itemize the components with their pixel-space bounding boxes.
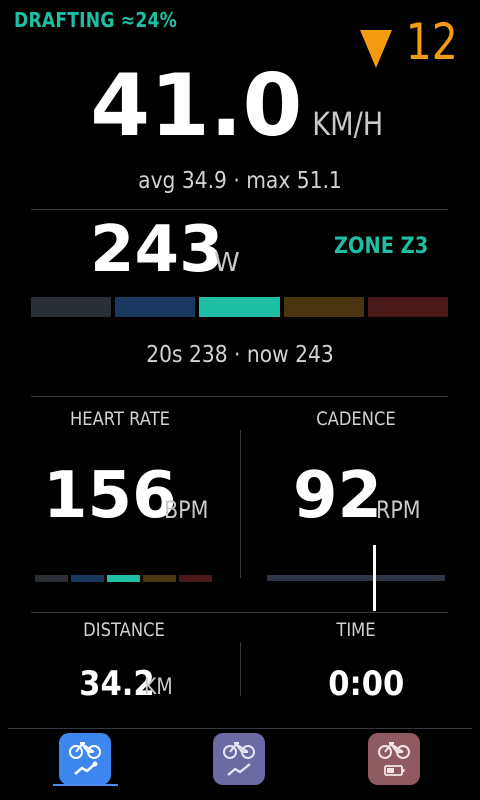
distance-label: DISTANCE (83, 619, 165, 641)
power-zone-segment (115, 297, 196, 317)
cadence-value: 92 (293, 459, 383, 533)
heart-rate-zone-segment (35, 575, 68, 582)
power-zone-segment (31, 297, 112, 317)
heart-rate-zone-segment (179, 575, 212, 582)
power-zone-segment (367, 297, 449, 317)
bike-trend-icon (223, 742, 255, 776)
divider (31, 396, 448, 397)
power-zone-bar (31, 297, 449, 317)
power-value: 243 (90, 213, 224, 287)
time-label: TIME (336, 619, 376, 641)
speed-value: 41.0 (90, 56, 303, 156)
cadence-label: CADENCE (316, 408, 396, 430)
divider (31, 209, 448, 210)
power-zone-segment (283, 297, 364, 317)
cycling-dashboard: DRAFTING ≈24% 12 41.0 KM/H avg 34.9 · max… (0, 0, 480, 800)
power-zone-segment (199, 297, 280, 317)
tab-battery[interactable] (368, 733, 420, 785)
tab-bar (0, 729, 480, 800)
heart-rate-zone-segment (107, 575, 140, 582)
tab-chart[interactable] (59, 733, 111, 785)
distance-unit: KM (144, 675, 173, 700)
heart-rate-label: HEART RATE (69, 408, 171, 430)
active-tab-indicator (53, 784, 118, 786)
heart-rate-zone-segment (71, 575, 104, 582)
drafting-indicator: DRAFTING ≈24% (14, 8, 178, 32)
speed-readout: 41.0 KM/H (0, 56, 480, 156)
power-zone-label: ZONE Z3 (334, 234, 429, 259)
vertical-divider (240, 642, 241, 696)
cadence-track (267, 575, 445, 581)
heart-rate-unit: BPM (164, 496, 209, 524)
power-unit: W (214, 248, 240, 278)
speed-stats: avg 34.9 · max 51.1 (138, 168, 342, 194)
cadence-marker (372, 545, 376, 611)
heart-rate-zone-bar (35, 575, 212, 582)
time-value: 0:00 (328, 664, 405, 704)
cadence-unit: RPM (376, 496, 421, 524)
heart-rate-value: 156 (43, 459, 177, 533)
speed-unit: KM/H (312, 105, 384, 143)
vertical-divider (240, 430, 241, 578)
bike-battery-icon (378, 742, 410, 776)
bike-chart-icon (69, 742, 101, 775)
power-stats: 20s 238 · now 243 (146, 342, 334, 368)
heart-rate-zone-segment (143, 575, 176, 582)
tab-trend[interactable] (213, 733, 265, 785)
divider (31, 612, 448, 613)
